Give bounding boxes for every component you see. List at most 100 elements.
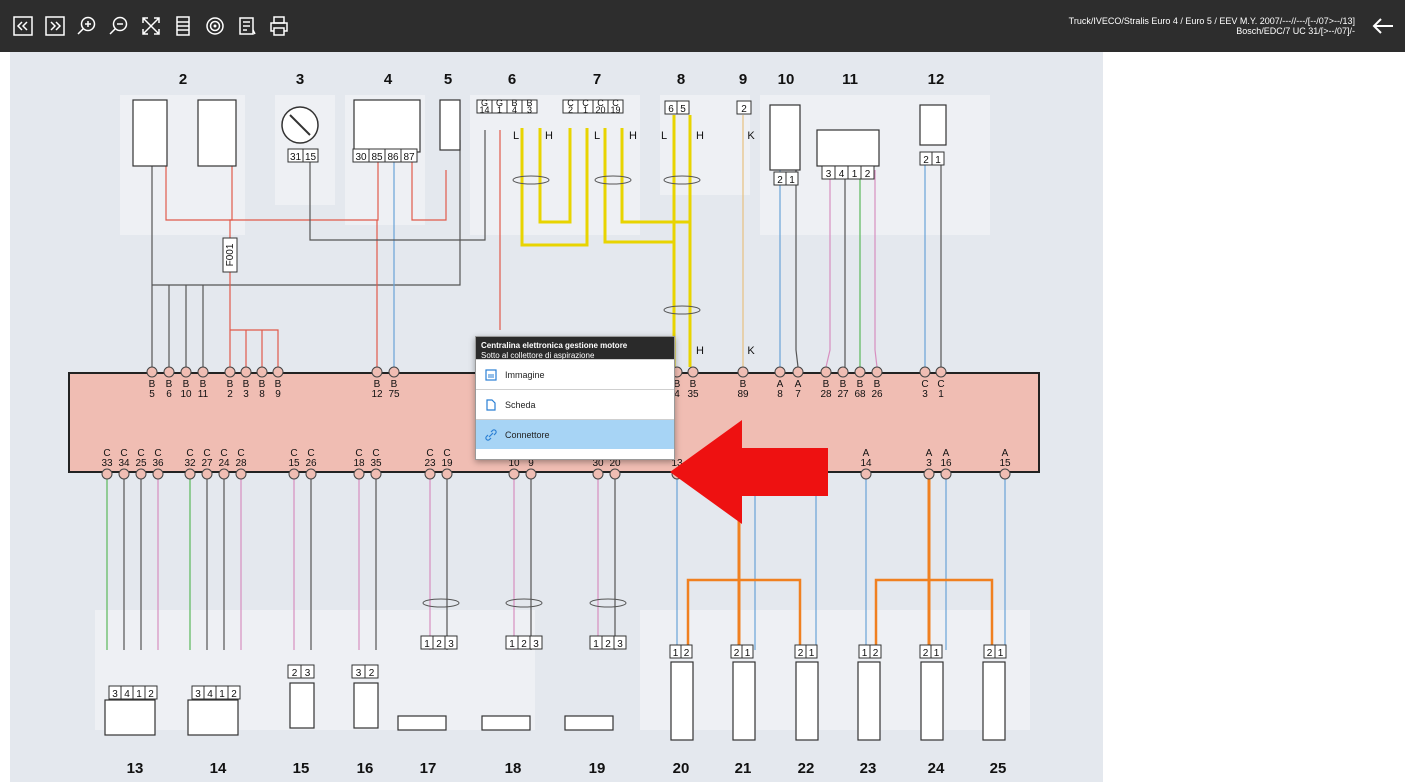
component-number-4: 4 <box>384 71 393 88</box>
ecu-pin <box>218 468 230 480</box>
menu-item-immagine[interactable]: Immagine <box>476 359 674 389</box>
injector <box>795 661 819 741</box>
menu-item-scheda[interactable]: Scheda <box>476 389 674 419</box>
diagram-canvas[interactable]: 2 3 4 5 6 7 8 9 10 11 12 13 14 15 16 17 18 19 20 21 22 23 24 25… <box>10 52 1103 782</box>
pin-number: 36 <box>152 458 164 469</box>
zoom-out-icon <box>109 16 128 35</box>
shield-ring <box>422 598 460 608</box>
print-icon <box>270 16 288 36</box>
connector-pin: 1 <box>809 648 815 659</box>
arrow-left-icon <box>1372 18 1393 34</box>
ecu-pin <box>201 468 213 480</box>
ecu-pin <box>687 366 699 378</box>
component-area <box>640 610 1030 730</box>
component-number-24: 24 <box>928 760 945 777</box>
ecu-pin <box>424 468 436 480</box>
wire-code: L <box>513 130 519 142</box>
fuse-label: F001 <box>225 243 236 266</box>
ecu-pin <box>388 366 400 378</box>
ecu-pin <box>240 366 252 378</box>
pin-number: 28 <box>820 389 832 400</box>
wire-code: H <box>629 130 637 142</box>
component-number-23: 23 <box>860 760 877 777</box>
connector-pin: 2 <box>369 668 375 679</box>
component-number-14: 14 <box>210 760 227 777</box>
ecu-pin <box>118 468 130 480</box>
temp-sensor-16 <box>353 682 379 729</box>
context-menu-title: Centralina elettronica gestione motore <box>481 341 628 350</box>
zoom-out-button[interactable] <box>106 13 132 39</box>
connector-pin: 2 <box>521 639 527 650</box>
connector-pin: 2 <box>873 648 879 659</box>
document-icon <box>486 398 496 411</box>
ecu-pin <box>441 468 453 480</box>
list-icon <box>176 16 190 36</box>
circuit-button[interactable] <box>202 13 228 39</box>
pin-number: 9 <box>275 389 281 400</box>
menu-item-label: Immagine <box>505 369 545 380</box>
ecu-pin <box>256 366 268 378</box>
connector-pin: 3 <box>195 689 201 700</box>
pin-number: 2 <box>227 389 233 400</box>
injector <box>670 661 694 741</box>
ecu-pin <box>737 366 749 378</box>
pin-number: 75 <box>388 389 400 400</box>
connector-pin: 19 <box>610 105 620 115</box>
shield-ring <box>505 598 543 608</box>
last-page-button[interactable] <box>42 13 68 39</box>
pin-number: 34 <box>118 458 130 469</box>
connector-pin: 2 <box>568 105 573 115</box>
connector-pin: 20 <box>595 105 605 115</box>
injector <box>732 661 756 741</box>
pin-number: 32 <box>184 458 196 469</box>
sensor-11 <box>816 129 880 167</box>
ecu-pin <box>609 468 621 480</box>
connector-pin: 2 <box>923 155 929 166</box>
temp-sensor-15 <box>289 682 315 729</box>
component-number-15: 15 <box>293 760 310 777</box>
connector-pin: 2 <box>292 668 298 679</box>
connector-pin: 31 <box>290 152 302 163</box>
connector-pin: 2 <box>734 648 740 659</box>
connector-pin: 2 <box>148 689 154 700</box>
connector-pin: 2 <box>777 175 783 186</box>
connector-pin: 2 <box>987 648 993 659</box>
ecu-pin <box>854 366 866 378</box>
wire-code: H <box>545 130 553 142</box>
pin-number: 35 <box>687 389 699 400</box>
pin-number: 26 <box>871 389 883 400</box>
ecu-pin <box>224 366 236 378</box>
connector-pin: 86 <box>387 152 399 163</box>
connector-pin: 87 <box>403 152 415 163</box>
notes-button[interactable] <box>234 13 260 39</box>
connector-pin: 3 <box>448 639 454 650</box>
ecu-pin <box>592 468 604 480</box>
first-page-button[interactable] <box>10 13 36 39</box>
component-area <box>95 610 535 730</box>
connector-pin: 85 <box>371 152 383 163</box>
menu-item-label: Connettore <box>505 429 550 440</box>
valve-10 <box>769 104 801 171</box>
connector-pin: 1 <box>497 105 502 115</box>
first-page-icon <box>13 16 33 36</box>
pin-number: 15 <box>288 458 300 469</box>
component-number-16: 16 <box>357 760 374 777</box>
menu-item-connettore[interactable]: Connettore <box>476 419 674 449</box>
menu-item-label: Scheda <box>505 399 536 410</box>
pin-number: 23 <box>424 458 436 469</box>
ecu-pin <box>508 468 520 480</box>
pin-number: 18 <box>353 458 365 469</box>
pin-number: 24 <box>218 458 230 469</box>
connector-pin: 4 <box>512 105 517 115</box>
list-button[interactable] <box>170 13 196 39</box>
back-button[interactable] <box>1369 14 1397 38</box>
component-area <box>470 95 640 235</box>
print-button[interactable] <box>266 13 292 39</box>
fit-screen-button[interactable] <box>138 13 164 39</box>
target-icon <box>206 17 224 35</box>
pin-number: 12 <box>371 389 383 400</box>
wire-code: K <box>747 345 755 357</box>
speed-sensor <box>564 715 614 731</box>
sensor-5 <box>439 99 461 151</box>
zoom-in-button[interactable] <box>74 13 100 39</box>
